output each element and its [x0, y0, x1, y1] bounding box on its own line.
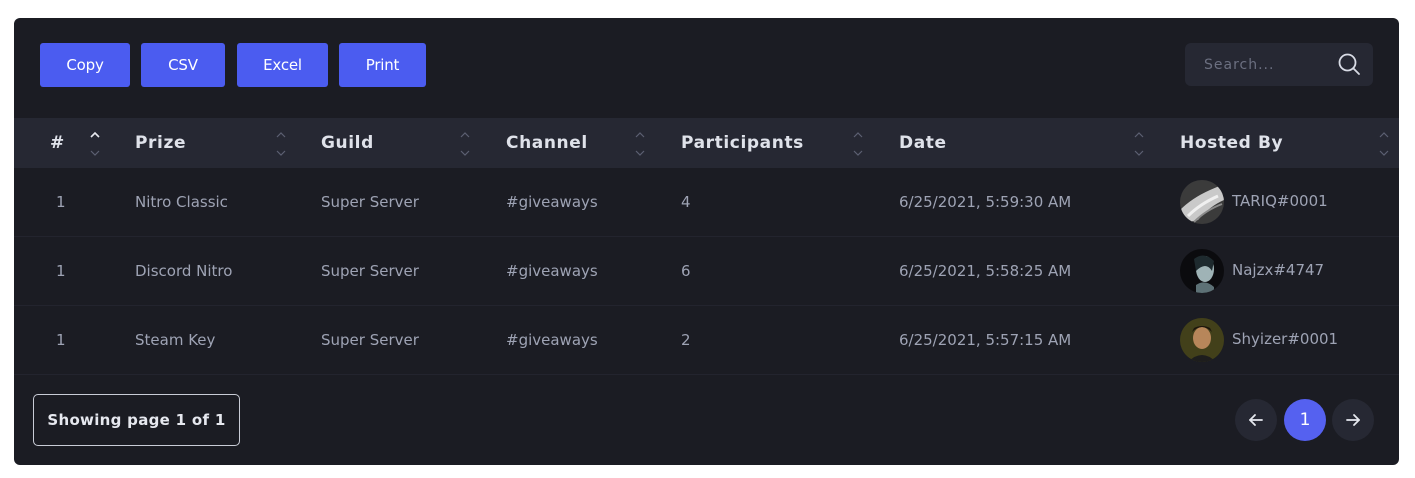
column-header-prize[interactable]: Prize: [135, 118, 186, 168]
cell-channel: #giveaways: [506, 193, 598, 211]
cell-host: Najzx#4747: [1232, 261, 1325, 279]
column-header-participants[interactable]: Participants: [681, 118, 804, 168]
cell-host: TARIQ#0001: [1232, 192, 1328, 210]
cell-date: 6/25/2021, 5:59:30 AM: [899, 193, 1072, 211]
table-row: 1 Discord Nitro Super Server #giveaways …: [14, 237, 1399, 306]
sort-icon[interactable]: [459, 130, 471, 158]
table-row: 1 Steam Key Super Server #giveaways 2 6/…: [14, 306, 1399, 375]
sort-icon[interactable]: [634, 130, 646, 158]
sort-icon[interactable]: [1378, 130, 1390, 158]
avatar: [1180, 180, 1224, 224]
cell-channel: #giveaways: [506, 331, 598, 349]
column-header-number[interactable]: #: [50, 118, 65, 168]
cell-prize: Nitro Classic: [135, 193, 228, 211]
sort-icon[interactable]: [89, 130, 101, 158]
cell-guild: Super Server: [321, 193, 419, 211]
sort-icon[interactable]: [1133, 130, 1145, 158]
avatar: [1180, 249, 1224, 293]
cell-guild: Super Server: [321, 262, 419, 280]
avatar: [1180, 318, 1224, 362]
column-header-hosted-by[interactable]: Hosted By: [1180, 118, 1283, 168]
cell-participants: 4: [681, 193, 691, 211]
column-header-date[interactable]: Date: [899, 118, 947, 168]
arrow-left-icon: [1249, 414, 1263, 426]
giveaways-table-card: Copy CSV Excel Print # Prize Guild Chann…: [14, 18, 1399, 465]
cell-guild: Super Server: [321, 331, 419, 349]
cell-date: 6/25/2021, 5:57:15 AM: [899, 331, 1072, 349]
table-row: 1 Nitro Classic Super Server #giveaways …: [14, 168, 1399, 237]
sort-icon[interactable]: [852, 130, 864, 158]
excel-button[interactable]: Excel: [237, 43, 328, 87]
cell-host: Shyizer#0001: [1232, 330, 1339, 348]
previous-page-button[interactable]: [1235, 399, 1277, 441]
cell-prize: Discord Nitro: [135, 262, 233, 280]
page-info: Showing page 1 of 1: [33, 394, 240, 446]
sort-icon[interactable]: [275, 130, 287, 158]
csv-button[interactable]: CSV: [141, 43, 225, 87]
search-icon[interactable]: [1337, 52, 1361, 76]
search-box: [1185, 43, 1373, 86]
next-page-button[interactable]: [1332, 399, 1374, 441]
column-header-channel[interactable]: Channel: [506, 118, 588, 168]
cell-prize: Steam Key: [135, 331, 216, 349]
copy-button[interactable]: Copy: [40, 43, 130, 87]
cell-participants: 6: [681, 262, 691, 280]
cell-number: 1: [56, 193, 66, 211]
cell-date: 6/25/2021, 5:58:25 AM: [899, 262, 1072, 280]
cell-number: 1: [56, 331, 66, 349]
arrow-right-icon: [1346, 414, 1360, 426]
cell-channel: #giveaways: [506, 262, 598, 280]
print-button[interactable]: Print: [339, 43, 426, 87]
column-header-guild[interactable]: Guild: [321, 118, 374, 168]
page-1-button[interactable]: 1: [1284, 399, 1326, 441]
cell-number: 1: [56, 262, 66, 280]
cell-participants: 2: [681, 331, 691, 349]
table-header: # Prize Guild Channel Participants Date: [14, 118, 1399, 168]
search-input[interactable]: [1185, 43, 1333, 86]
